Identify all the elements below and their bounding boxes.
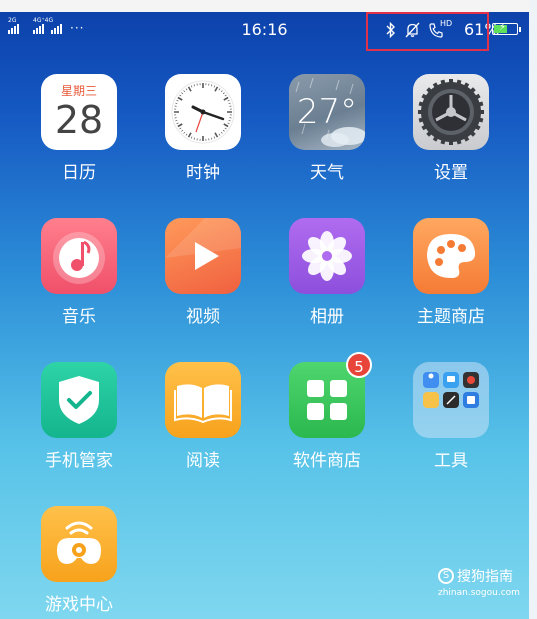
app-label: 时钟 <box>186 163 220 183</box>
folder-icon <box>413 362 489 438</box>
charging-bolt-icon: ⚡ <box>499 22 507 33</box>
top-frame <box>0 0 537 12</box>
home-screen: 2G 4G⁺4G ··· 16:16 HD 61% ⚡ 星期三 28 日历 时钟… <box>0 0 537 619</box>
app-label: 工具 <box>434 451 468 471</box>
calendar-icon: 星期三 28 <box>41 74 117 150</box>
app-clock[interactable]: 时钟 <box>148 74 258 183</box>
weather-temperature: 27° <box>296 92 358 132</box>
sogou-logo-icon: S <box>438 568 454 584</box>
gamepad-icon <box>41 506 117 582</box>
app-calendar[interactable]: 星期三 28 日历 <box>24 74 134 183</box>
shield-check-icon <box>41 362 117 438</box>
clock-icon <box>165 74 241 150</box>
flower-icon <box>289 218 365 294</box>
music-note-icon <box>41 218 117 294</box>
app-weather[interactable]: 27° 天气 <box>272 74 382 183</box>
app-label: 视频 <box>186 307 220 327</box>
app-game-center[interactable]: 游戏中心 <box>24 506 134 615</box>
battery-icon: ⚡ <box>492 22 518 35</box>
app-photos[interactable]: 相册 <box>272 218 382 327</box>
palette-icon <box>413 218 489 294</box>
play-icon <box>165 218 241 294</box>
app-reader[interactable]: 阅读 <box>148 362 258 471</box>
notification-badge: 5 <box>346 352 372 378</box>
app-tools-folder[interactable]: 工具 <box>396 362 506 471</box>
app-label: 软件商店 <box>293 451 361 471</box>
app-label: 天气 <box>310 163 344 183</box>
gear-icon <box>413 74 489 150</box>
calendar-weekday: 星期三 <box>60 84 97 98</box>
book-icon <box>165 362 241 438</box>
app-label: 日历 <box>62 163 96 183</box>
app-phone-manager[interactable]: 手机管家 <box>24 362 134 471</box>
app-video[interactable]: 视频 <box>148 218 258 327</box>
annotation-highlight-box <box>366 12 489 51</box>
watermark-brand: 搜狗指南 <box>457 569 513 585</box>
app-music[interactable]: 音乐 <box>24 218 134 327</box>
app-label: 主题商店 <box>417 307 485 327</box>
app-label: 相册 <box>310 307 344 327</box>
battery-tip <box>519 27 521 32</box>
watermark: S 搜狗指南 zhinan.sogou.com <box>438 566 520 598</box>
app-label: 游戏中心 <box>45 595 113 615</box>
right-frame <box>529 0 537 619</box>
app-label: 手机管家 <box>45 451 113 471</box>
weather-icon: 27° <box>289 74 365 150</box>
calendar-day: 28 <box>54 98 104 142</box>
app-software-store[interactable]: 5 软件商店 <box>272 352 382 471</box>
watermark-site: zhinan.sogou.com <box>438 588 520 598</box>
app-label: 阅读 <box>186 451 220 471</box>
app-settings[interactable]: 设置 <box>396 74 506 183</box>
app-label: 音乐 <box>62 307 96 327</box>
app-theme-store[interactable]: 主题商店 <box>396 218 506 327</box>
app-label: 设置 <box>434 163 468 183</box>
